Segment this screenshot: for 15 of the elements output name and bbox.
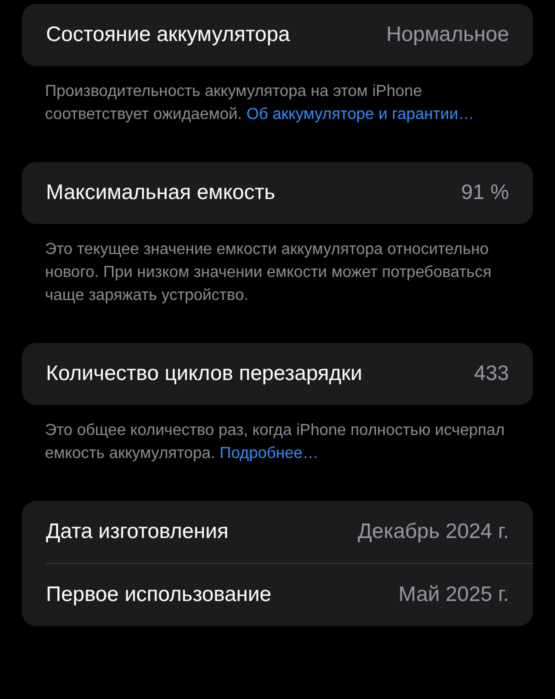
row-value: Декабрь 2024 г.	[358, 520, 509, 544]
info-link[interactable]: Об аккумуляторе и гарантии…	[246, 106, 474, 123]
row-value: 91 %	[461, 181, 509, 205]
row-label: Первое использование	[46, 583, 272, 607]
section-footer-text: Это текущее значение емкости аккумулятора относительно нового. При низком значении емкости может потребоваться чаще заряжать устройство.	[45, 240, 492, 306]
row-value: 433	[474, 362, 509, 386]
row-label: Максимальная емкость	[46, 181, 276, 205]
row-value: Нормальное	[386, 23, 509, 47]
row-value: Май 2025 г.	[398, 583, 509, 607]
section-footer-text: Это общее количество раз, когда iPhone полностью исчерпал емкость аккумулятора. Подробнее…	[45, 421, 506, 464]
info-link[interactable]: Подробнее…	[220, 445, 319, 462]
row-label: Дата изготовления	[46, 520, 228, 544]
row-label: Состояние аккумулятора	[46, 23, 290, 47]
section-footer-text: Производительность аккумулятора на этом iPhone соответствует ожидаемой. Об аккумуляторе и гарантии…	[45, 82, 476, 125]
row-label: Количество циклов перезарядки	[46, 362, 362, 386]
